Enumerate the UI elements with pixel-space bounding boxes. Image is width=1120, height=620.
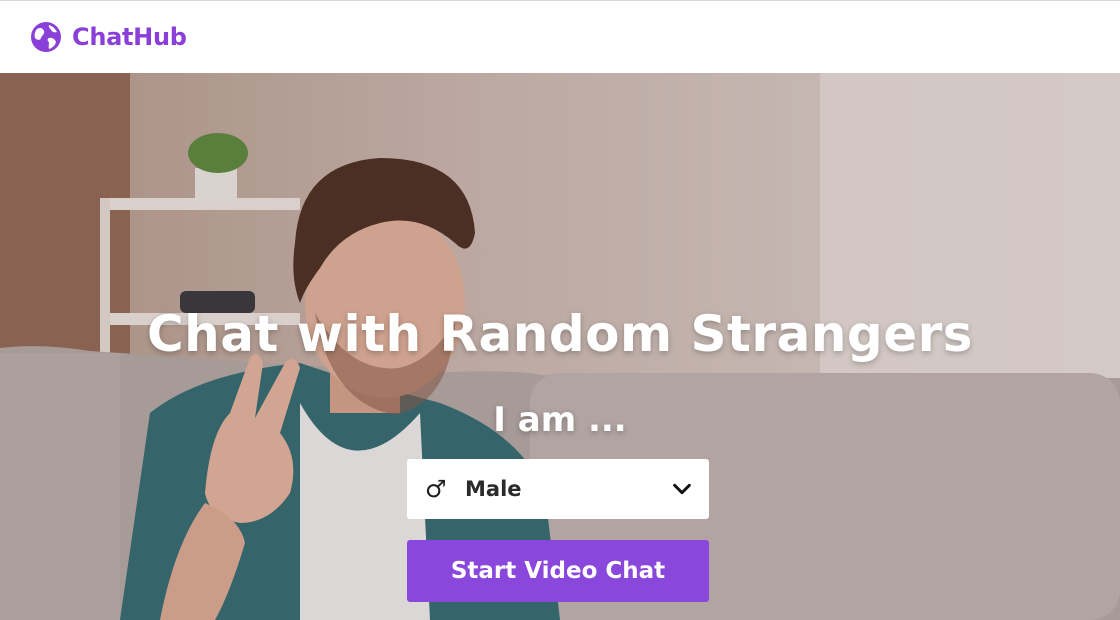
globe-icon xyxy=(31,22,61,52)
start-video-chat-button[interactable]: Start Video Chat xyxy=(407,540,709,602)
male-symbol-icon: ♂ xyxy=(425,475,447,503)
gender-select-dropdown[interactable]: ♂ Male xyxy=(407,459,709,519)
hero-headline: Chat with Random Strangers xyxy=(146,305,974,363)
top-navigation-bar: ChatHub xyxy=(0,0,1120,73)
gender-selected-value: Male xyxy=(465,477,522,501)
brand-logo-link[interactable]: ChatHub xyxy=(30,21,187,53)
hero-section: Chat with Random Strangers I am ... ♂ Ma… xyxy=(0,73,1120,620)
chevron-down-icon xyxy=(673,483,691,495)
gender-prompt-label: I am ... xyxy=(493,400,627,440)
brand-name: ChatHub xyxy=(72,23,187,51)
